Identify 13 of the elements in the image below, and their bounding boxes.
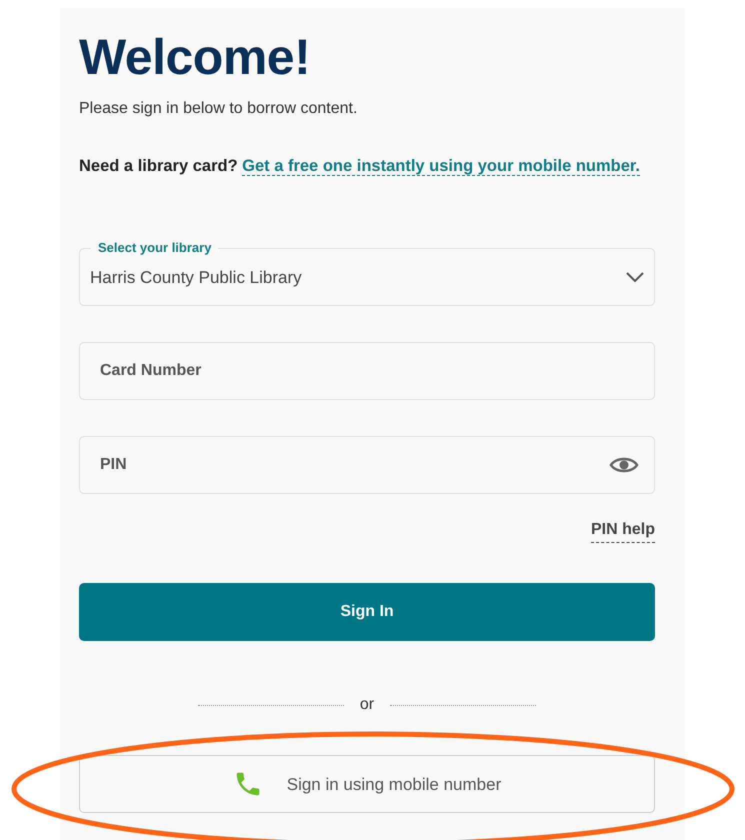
- free-card-link[interactable]: Get a free one instantly using your mobile number.: [242, 157, 640, 176]
- pin-help-link[interactable]: PIN help: [590, 518, 655, 544]
- pin-field[interactable]: PIN: [79, 436, 655, 494]
- card-prompt: Need a library card?: [79, 157, 238, 175]
- select-value: Harris County Public Library: [90, 266, 303, 289]
- mobile-sign-in-button[interactable]: Sign in using mobile number: [79, 755, 655, 814]
- chevron-down-icon: [626, 272, 644, 282]
- card-number-field[interactable]: Card Number: [79, 342, 655, 400]
- intro-text: Please sign in below to borrow content.: [79, 99, 358, 119]
- welcome-heading: Welcome!: [79, 30, 312, 85]
- sign-in-button[interactable]: Sign In: [79, 583, 655, 642]
- eye-icon[interactable]: [609, 456, 639, 474]
- divider-text: or: [360, 695, 374, 716]
